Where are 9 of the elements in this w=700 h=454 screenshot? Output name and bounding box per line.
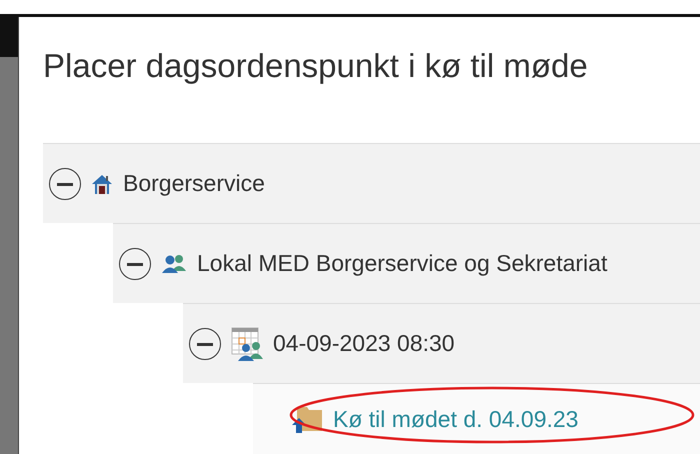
calendar-people-icon — [231, 326, 263, 360]
collapse-button[interactable] — [119, 248, 151, 280]
tree-item[interactable]: 04-09-2023 08:30 — [273, 330, 455, 357]
people-icon — [161, 252, 187, 274]
tree-item[interactable]: Borgerservice — [123, 170, 265, 197]
dialog-title: Placer dagsordenspunkt i kø til møde — [43, 47, 589, 86]
house-icon — [91, 172, 113, 194]
collapse-button[interactable] — [189, 328, 221, 360]
collapse-button[interactable] — [49, 168, 81, 200]
